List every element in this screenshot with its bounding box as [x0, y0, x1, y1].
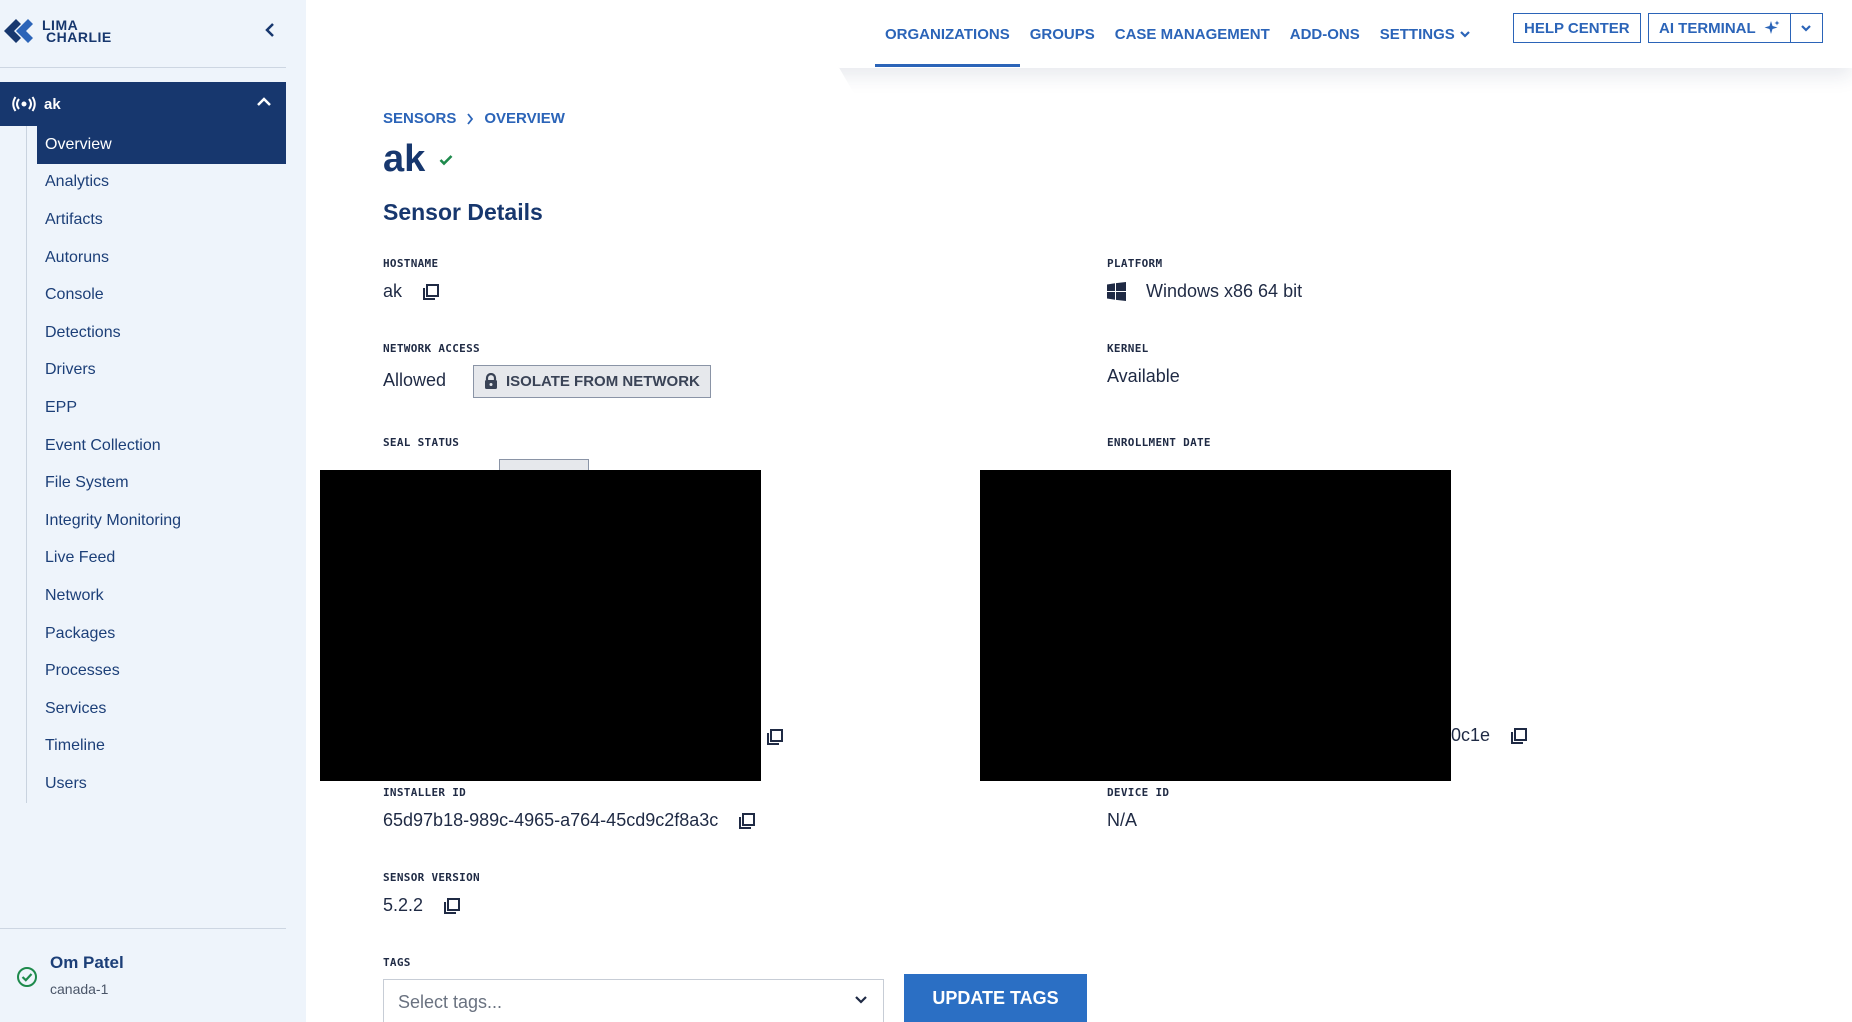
sidebar-item-drivers[interactable]: Drivers	[27, 352, 286, 390]
sidebar-item-epp[interactable]: EPP	[27, 389, 286, 427]
isolate-from-network-button[interactable]: ISOLATE FROM NETWORK	[473, 365, 711, 398]
sidebar-item-services[interactable]: Services	[27, 690, 286, 728]
sensor-menu-label: ak	[44, 95, 61, 113]
platform-label: PLATFORM	[1107, 257, 1163, 270]
sensor-version-value: 5.2.2	[383, 895, 424, 915]
nav-add-ons[interactable]: ADD-ONS	[1280, 0, 1370, 68]
breadcrumb-overview[interactable]: OVERVIEW	[484, 110, 565, 127]
section-title: Sensor Details	[383, 199, 543, 225]
sidebar-item-integrity-monitoring[interactable]: Integrity Monitoring	[27, 502, 286, 540]
sidebar-item-detections[interactable]: Detections	[27, 314, 286, 352]
breadcrumb-sensors[interactable]: SENSORS	[383, 110, 456, 127]
installer-id-label: INSTALLER ID	[383, 786, 467, 799]
platform-value: Windows x86 64 bit	[1146, 281, 1303, 301]
lock-icon	[485, 373, 497, 389]
tags-placeholder: Select tags...	[398, 991, 503, 1012]
ai-terminal-dropdown[interactable]	[1789, 14, 1822, 42]
sidebar-item-processes[interactable]: Processes	[27, 652, 286, 690]
nav-settings-label: SETTINGS	[1379, 25, 1455, 43]
network-access-value: Allowed	[383, 370, 447, 390]
breadcrumb: SENSORS OVERVIEW	[383, 110, 565, 127]
tags-select[interactable]: Select tags...	[383, 979, 884, 1022]
chevron-left-icon	[265, 23, 274, 37]
user-name: Om Patel	[50, 953, 124, 972]
page-title: ak	[383, 138, 453, 181]
ai-terminal-label: AI TERMINAL	[1659, 19, 1756, 37]
sensor-version-value-row: 5.2.2	[383, 895, 461, 916]
chevron-down-icon	[1801, 25, 1811, 32]
user-profile[interactable]: Om Patel canada-1	[0, 928, 286, 1022]
copy-icon[interactable]	[1510, 727, 1528, 745]
installer-id-value-row: 65d97b18-989c-4965-a764-45cd9c2f8a3c	[383, 810, 756, 831]
update-tags-button[interactable]: UPDATE TAGS	[904, 974, 1087, 1022]
hostname-value-row: ak	[383, 281, 440, 302]
top-nav: ORGANIZATIONS GROUPS CASE MANAGEMENT ADD…	[875, 0, 1481, 68]
sensor-nav-list: Overview Analytics Artifacts Autoruns Co…	[26, 126, 286, 803]
sidebar-item-autoruns[interactable]: Autoruns	[27, 239, 286, 277]
brand-logo[interactable]: LIMA CHARLIE	[2, 14, 112, 48]
sidebar-item-overview[interactable]: Overview	[37, 126, 286, 164]
sidebar-item-artifacts[interactable]: Artifacts	[27, 201, 286, 239]
copy-icon[interactable]	[738, 812, 756, 830]
kernel-value: Available	[1107, 366, 1180, 386]
limacharlie-logo-icon	[4, 19, 33, 43]
brand-wordmark: LIMA CHARLIE	[42, 18, 112, 45]
sensor-broadcast-icon	[12, 96, 36, 112]
redacted-region	[980, 470, 1451, 781]
nav-groups[interactable]: GROUPS	[1020, 0, 1105, 68]
collapse-sidebar-button[interactable]	[258, 18, 282, 42]
network-access-label: NETWORK ACCESS	[383, 342, 480, 355]
sidebar-item-users[interactable]: Users	[27, 765, 286, 803]
copy-icon[interactable]	[766, 728, 784, 746]
user-region: canada-1	[50, 981, 109, 997]
sparkle-icon	[1764, 20, 1780, 34]
seal-status-label: SEAL STATUS	[383, 436, 460, 449]
sidebar-item-packages[interactable]: Packages	[27, 615, 286, 653]
chevron-up-icon	[257, 97, 271, 106]
platform-value-row: Windows x86 64 bit	[1107, 281, 1302, 302]
sidebar-item-event-collection[interactable]: Event Collection	[27, 427, 286, 465]
check-icon	[439, 154, 453, 165]
partial-id-value: 0c1e	[1451, 725, 1491, 745]
nav-settings[interactable]: SETTINGS	[1370, 0, 1481, 68]
sidebar-item-console[interactable]: Console	[27, 276, 286, 314]
brand-line2: CHARLIE	[46, 29, 112, 45]
sensor-menu-header[interactable]: ak	[0, 82, 286, 126]
ai-terminal-button[interactable]: AI TERMINAL	[1648, 13, 1823, 43]
chevron-down-icon	[855, 996, 867, 1004]
device-id-value: N/A	[1107, 810, 1138, 830]
tags-label: TAGS	[383, 956, 411, 969]
copy-icon[interactable]	[422, 283, 440, 301]
redacted-region	[320, 470, 761, 781]
sidebar-item-timeline[interactable]: Timeline	[27, 728, 286, 766]
copy-icon[interactable]	[443, 897, 461, 915]
sidebar-item-file-system[interactable]: File System	[27, 464, 286, 502]
nav-case-management[interactable]: CASE MANAGEMENT	[1105, 0, 1280, 68]
sidebar-item-live-feed[interactable]: Live Feed	[27, 540, 286, 578]
hostname-value: ak	[383, 281, 403, 301]
sensor-version-label: SENSOR VERSION	[383, 871, 480, 884]
installer-id-value: 65d97b18-989c-4965-a764-45cd9c2f8a3c	[383, 810, 719, 830]
sidebar-item-analytics[interactable]: Analytics	[27, 164, 286, 202]
partial-id-value-row: 0c1e	[1451, 725, 1528, 746]
help-center-button[interactable]: HELP CENTER	[1513, 13, 1641, 43]
chevron-down-icon	[1459, 31, 1470, 38]
nav-organizations[interactable]: ORGANIZATIONS	[875, 0, 1020, 68]
windows-icon	[1107, 282, 1126, 301]
hostname-label: HOSTNAME	[383, 257, 439, 270]
sidebar: LIMA CHARLIE ak Overview Analytics Artif…	[0, 0, 306, 1022]
sidebar-item-network[interactable]: Network	[27, 577, 286, 615]
isolate-button-label: ISOLATE FROM NETWORK	[506, 373, 700, 390]
sidebar-divider	[0, 67, 286, 68]
ai-terminal-main[interactable]: AI TERMINAL	[1649, 14, 1790, 42]
enrollment-date-label: ENROLLMENT DATE	[1107, 436, 1211, 449]
chevron-right-icon	[467, 112, 474, 125]
check-circle-icon	[17, 967, 37, 987]
sensor-name: ak	[383, 138, 426, 180]
kernel-label: KERNEL	[1107, 342, 1149, 355]
device-id-label: DEVICE ID	[1107, 786, 1170, 799]
